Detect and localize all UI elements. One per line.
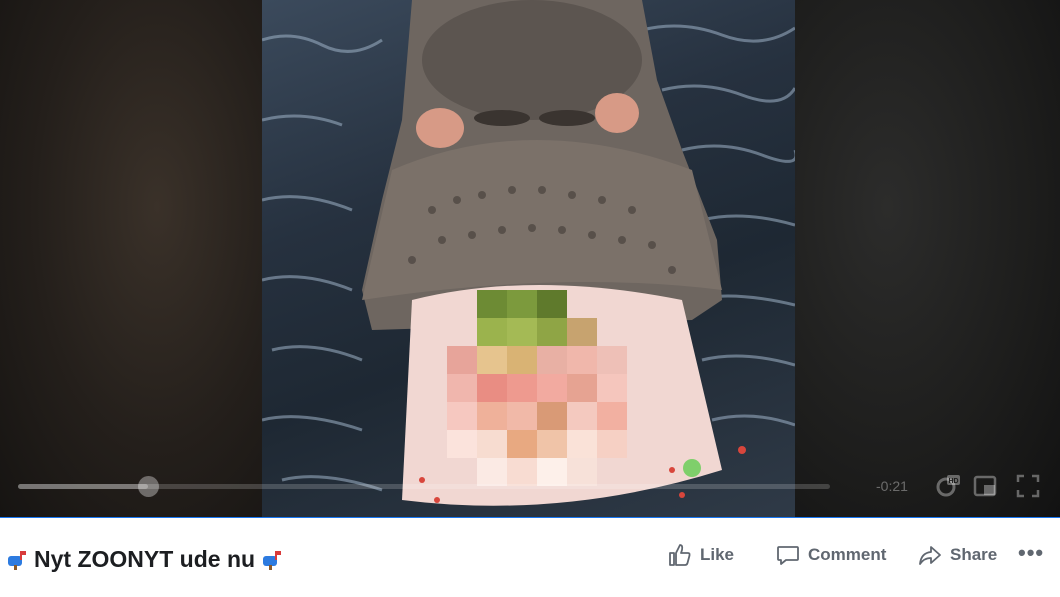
more-options-button[interactable]: ••• — [1018, 540, 1044, 566]
time-remaining: -0:21 — [876, 478, 908, 494]
hippo-image — [262, 0, 795, 506]
picture-in-picture-icon[interactable] — [972, 473, 998, 499]
video-blurred-background-right — [794, 0, 1060, 517]
share-label: Share — [950, 545, 998, 564]
video-frame[interactable] — [262, 0, 795, 517]
mailbox-icon — [263, 551, 282, 570]
comment-button[interactable]: Comment — [776, 538, 886, 572]
video-progress-fill — [18, 484, 148, 489]
fullscreen-icon[interactable] — [1015, 473, 1041, 499]
post-title-text: Nyt ZOONYT ude nu — [34, 545, 256, 572]
video-player[interactable]: -0:21 HD — [0, 0, 1060, 517]
share-button[interactable]: Share — [918, 538, 997, 572]
hd-badge: HD — [948, 478, 958, 485]
video-blurred-background-left — [0, 0, 262, 517]
post-title: Nyt ZOONYT ude nu — [0, 544, 289, 574]
mailbox-icon — [8, 551, 26, 570]
settings-hd-icon[interactable]: HD — [935, 473, 961, 499]
comment-label: Comment — [808, 545, 887, 564]
video-scrubber-handle[interactable] — [137, 476, 159, 497]
thumbs-up-icon — [669, 544, 691, 566]
comment-bubble-icon — [777, 546, 799, 565]
share-arrow-icon — [919, 546, 941, 565]
like-button[interactable]: Like — [668, 538, 734, 572]
like-label: Like — [700, 545, 735, 564]
